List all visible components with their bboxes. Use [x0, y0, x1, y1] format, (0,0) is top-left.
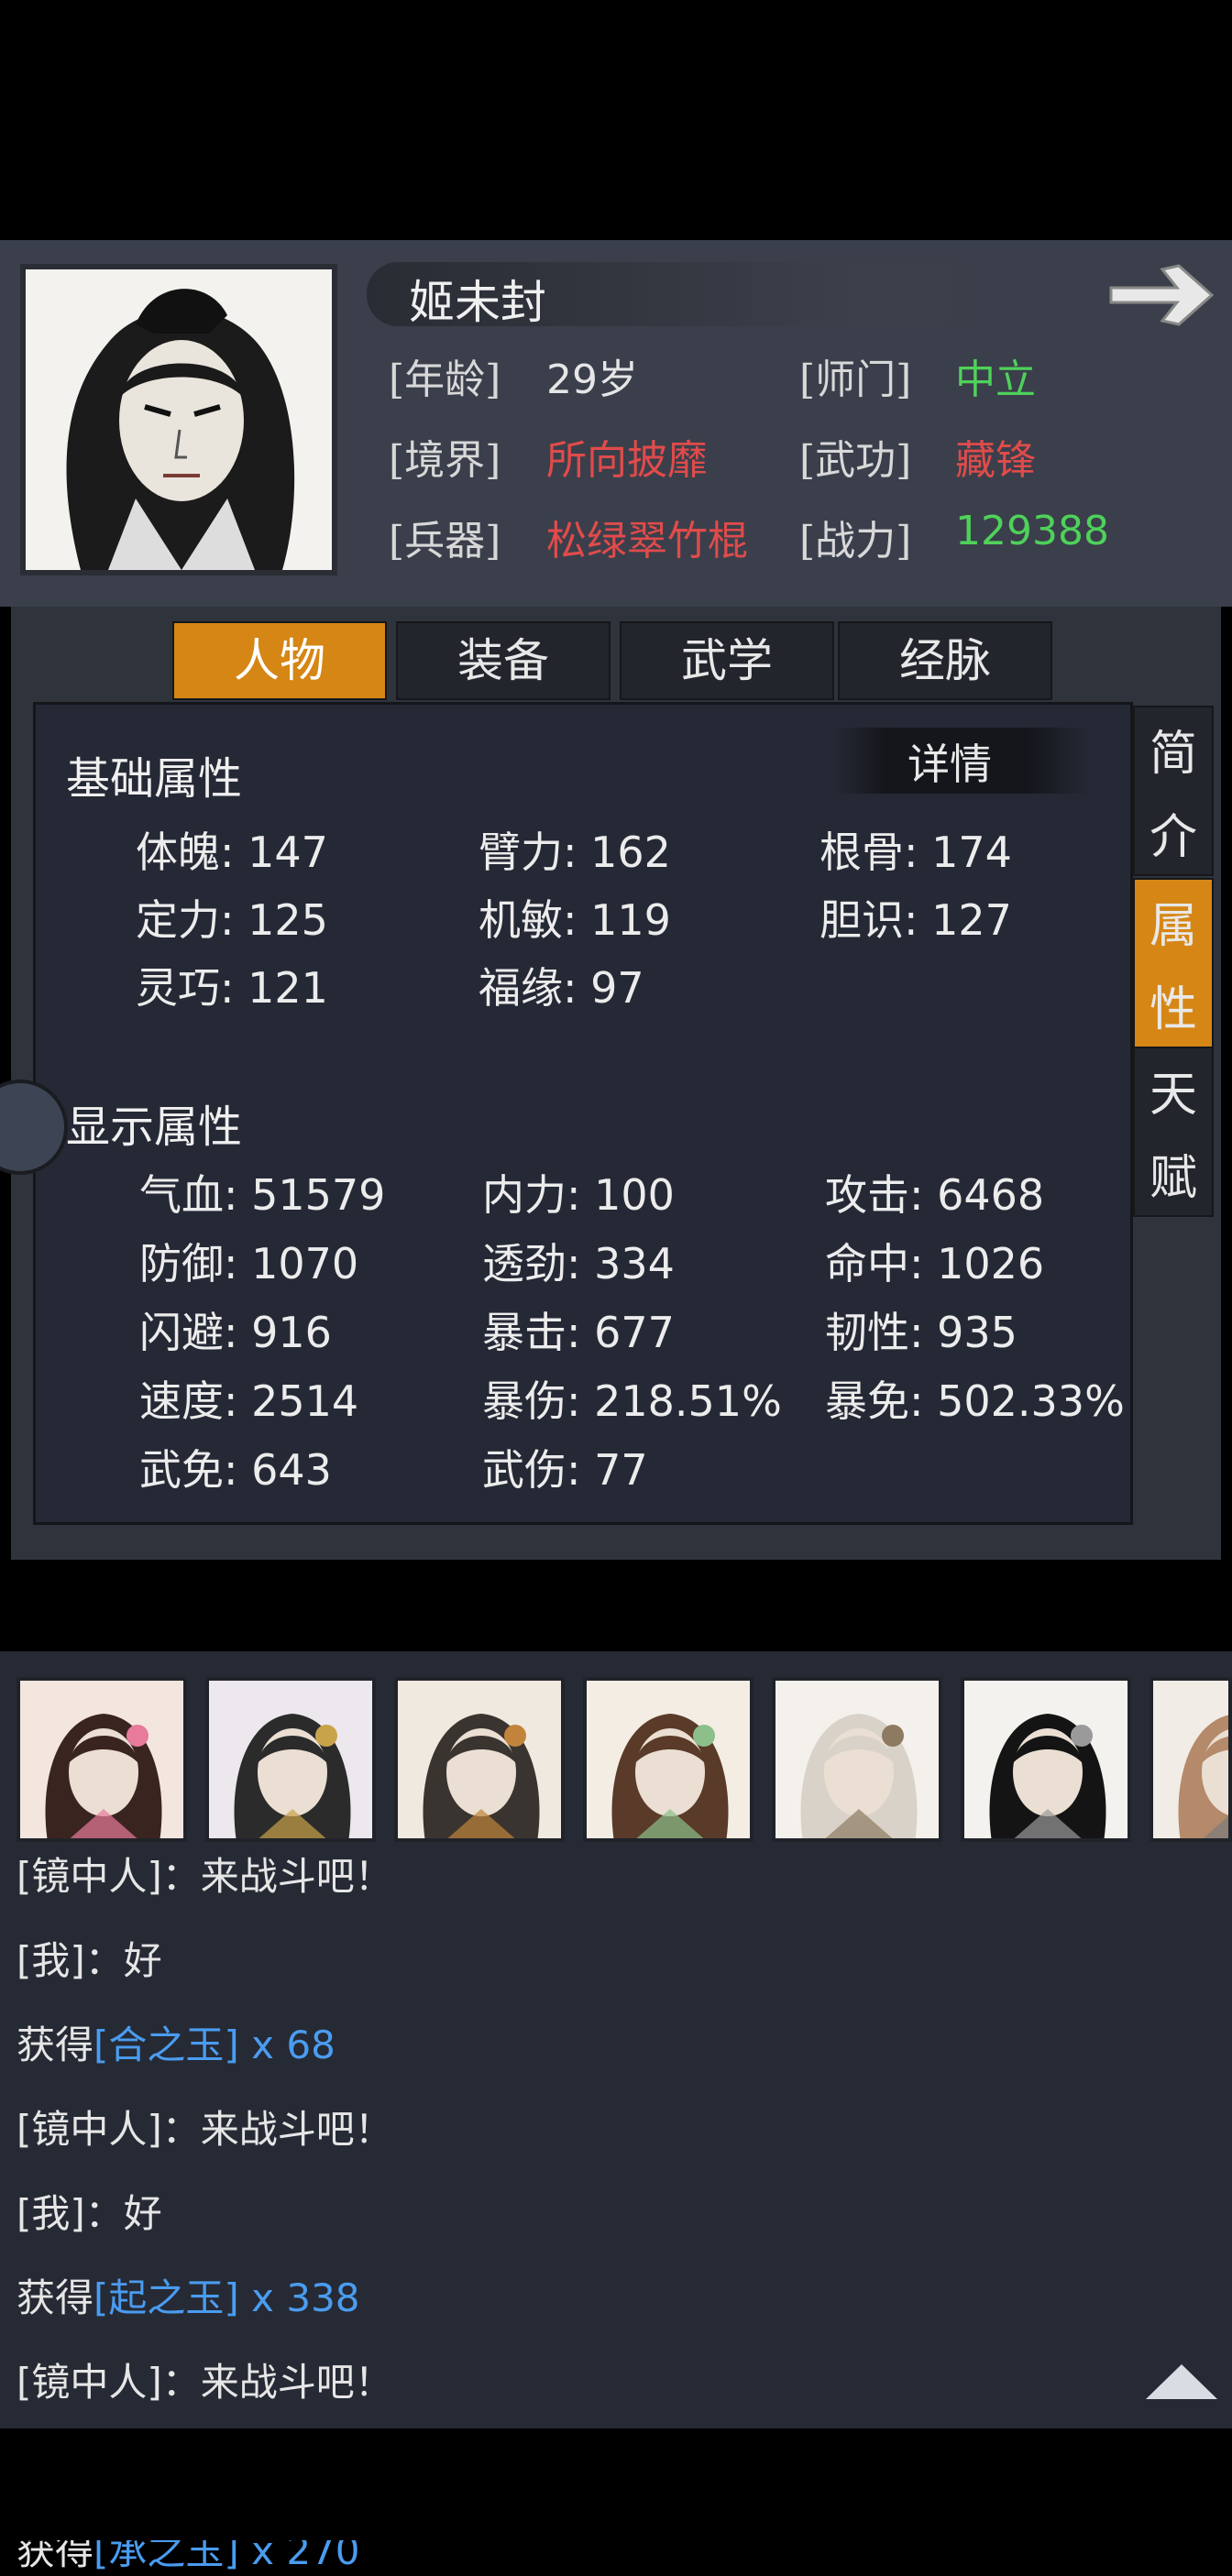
companion-portrait[interactable] [1150, 1677, 1232, 1842]
log-item-count: x 338 [238, 2275, 360, 2320]
display-stat: 韧性: 935 [825, 1308, 1018, 1357]
info-label: [战力] [799, 518, 912, 565]
display-attributes-title: 显示属性 [66, 1102, 243, 1153]
scroll-up-icon[interactable] [1146, 2362, 1217, 2399]
info-label: [兵器] [389, 518, 501, 565]
display-stat: 闪避: 916 [139, 1308, 332, 1357]
log-line: [镜中人]：来战斗吧！ [16, 2107, 393, 2152]
log-prefix: 获得 [16, 2275, 94, 2320]
companion-portrait[interactable] [394, 1677, 565, 1842]
character-name: 姬未封 [409, 276, 546, 329]
info-value: 藏锋 [955, 437, 1036, 484]
companion-portrait[interactable] [583, 1677, 754, 1842]
display-stat: 暴伤: 218.51% [482, 1376, 782, 1426]
side-tab-0[interactable]: 简介 [1133, 706, 1214, 876]
companion-portrait[interactable] [772, 1677, 942, 1842]
log-item-name[interactable]: [合之玉] [94, 2022, 239, 2067]
side-tab-char: 性 [1149, 982, 1197, 1037]
basic-stat: 体魄: 147 [136, 828, 328, 877]
display-stat: 防御: 1070 [139, 1239, 359, 1288]
side-tab-char: 天 [1149, 1068, 1197, 1123]
display-stat: 武伤: 77 [482, 1445, 648, 1495]
detail-button-label[interactable]: 详情 [908, 731, 992, 792]
log-line: [我]：好 [16, 1938, 162, 1983]
log-line: [我]：好 [16, 2191, 162, 2236]
basic-stat: 福缘: 97 [478, 963, 644, 1013]
companion-portrait[interactable] [205, 1677, 376, 1842]
tab-1[interactable]: 装备 [396, 621, 610, 700]
display-stat: 气血: 51579 [139, 1170, 386, 1220]
side-tab-1[interactable]: 属性 [1133, 878, 1214, 1048]
display-stat: 武免: 643 [139, 1445, 332, 1495]
companion-portrait[interactable] [961, 1677, 1131, 1842]
log-line: [镜中人]：来战斗吧！ [16, 2360, 393, 2405]
basic-stat: 胆识: 127 [820, 895, 1012, 945]
info-label: [武功] [799, 437, 912, 484]
info-value: 中立 [955, 356, 1036, 403]
info-label: [年龄] [389, 356, 501, 403]
log-item-count: x 68 [238, 2022, 336, 2067]
info-label: [境界] [389, 437, 501, 484]
character-portrait [20, 264, 337, 575]
side-tab-char: 赋 [1149, 1151, 1197, 1206]
side-tab-char: 介 [1149, 810, 1197, 865]
display-stat: 内力: 100 [482, 1170, 675, 1220]
tab-3[interactable]: 经脉 [838, 621, 1052, 700]
info-value: 所向披靡 [546, 437, 708, 484]
display-stat: 暴击: 677 [482, 1308, 675, 1357]
side-tab-char: 简 [1149, 727, 1197, 782]
tab-0[interactable]: 人物 [172, 621, 387, 700]
info-label: [师门] [799, 356, 912, 403]
tab-2[interactable]: 武学 [620, 621, 834, 700]
display-stat: 速度: 2514 [139, 1376, 359, 1426]
log-line: [镜中人]：来战斗吧！ [16, 1854, 393, 1899]
log-item-name[interactable]: [起之玉] [94, 2275, 239, 2320]
basic-stat: 定力: 125 [136, 895, 328, 945]
log-line: 获得[起之玉] x 338 [16, 2267, 360, 2323]
display-stat: 暴免: 502.33% [825, 1376, 1125, 1426]
companion-portrait[interactable] [16, 1677, 187, 1842]
display-stat: 命中: 1026 [825, 1239, 1045, 1288]
basic-stat: 灵巧: 121 [136, 963, 328, 1013]
log-prefix: 获得 [16, 2022, 94, 2067]
info-value: 松绿翠竹棍 [546, 518, 748, 565]
bottom-bar [0, 2428, 1232, 2540]
basic-stat: 根骨: 174 [820, 828, 1012, 877]
log-line: 获得[合之玉] x 68 [16, 2014, 336, 2070]
basic-stat: 臂力: 162 [478, 828, 671, 877]
basic-stat: 机敏: 119 [478, 895, 671, 945]
info-value: 29岁 [546, 356, 638, 403]
next-character-arrow-icon[interactable] [1106, 258, 1216, 332]
side-tab-char: 属 [1149, 899, 1197, 954]
info-value: 129388 [955, 508, 1109, 554]
basic-attributes-title: 基础属性 [66, 753, 243, 805]
side-tab-2[interactable]: 天赋 [1133, 1047, 1214, 1217]
display-stat: 透劲: 334 [482, 1239, 675, 1288]
display-stat: 攻击: 6468 [825, 1170, 1045, 1220]
